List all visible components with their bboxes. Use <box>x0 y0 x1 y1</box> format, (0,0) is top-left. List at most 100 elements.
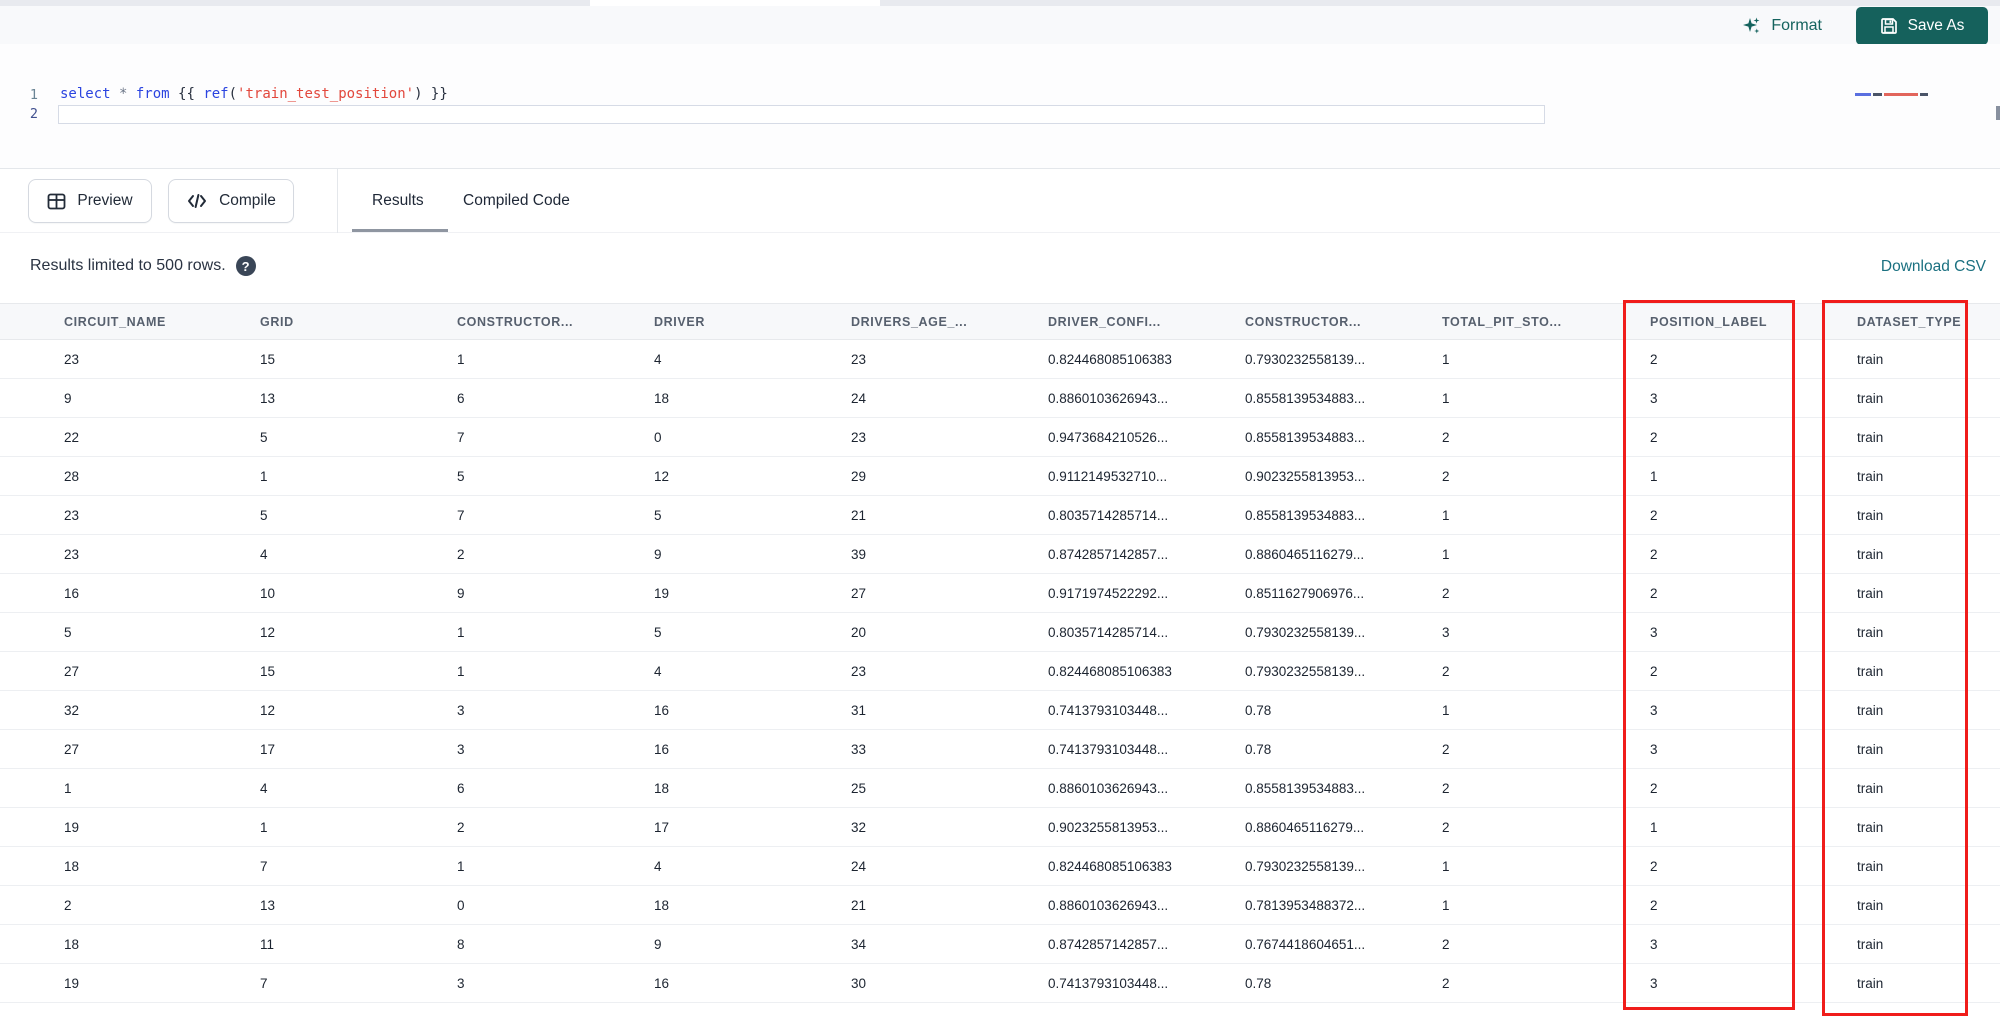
save-as-button[interactable]: Save As <box>1856 7 1988 45</box>
table-cell: 2 <box>1442 741 1450 757</box>
sql-token: 'train_test_position' <box>237 86 415 102</box>
download-csv-link[interactable]: Download CSV <box>1881 258 1986 276</box>
sql-token: ( <box>228 86 238 102</box>
table-cell: 2 <box>457 819 465 835</box>
code-icon <box>186 192 208 210</box>
table-cell: 15 <box>260 663 276 679</box>
table-cell: 4 <box>654 663 662 679</box>
table-cell: 0.7413793103448... <box>1048 702 1169 718</box>
column-header: CONSTRUCTOR... <box>457 314 574 329</box>
tab-compiled-code[interactable]: Compiled Code <box>463 169 570 233</box>
tab-results[interactable]: Results <box>372 169 424 233</box>
table-cell: 3 <box>1442 624 1450 640</box>
table-cell: 1 <box>457 858 465 874</box>
sql-token: select <box>60 86 111 102</box>
save-icon <box>1880 17 1898 35</box>
table-cell: 0.8860103626943... <box>1048 780 1169 796</box>
table-cell: 0.78 <box>1245 702 1272 718</box>
minimap-segment <box>1873 92 1882 96</box>
table-cell: 0 <box>654 429 662 445</box>
minimap-segment <box>1855 92 1871 96</box>
sql-token: }} <box>422 86 448 102</box>
table-cell: 15 <box>260 351 276 367</box>
table-cell: 0.8860103626943... <box>1048 390 1169 406</box>
editor-scrollbar[interactable] <box>1996 106 2000 120</box>
table-cell: 0.7930232558139... <box>1245 624 1366 640</box>
tab-compiled-code-label: Compiled Code <box>463 192 570 209</box>
table-cell: 0.8035714285714... <box>1048 507 1169 523</box>
editor-active-line[interactable] <box>58 105 1545 124</box>
column-header: DRIVER <box>654 314 705 329</box>
table-cell: 17 <box>260 741 276 757</box>
preview-button[interactable]: Preview <box>28 179 152 223</box>
format-button[interactable]: Format <box>1742 14 1822 38</box>
table-cell: 2 <box>1442 780 1450 796</box>
table-cell: 1 <box>1442 858 1450 874</box>
table-cell: 0.9023255813953... <box>1245 468 1366 484</box>
table-cell: 18 <box>64 936 80 952</box>
table-cell: 9 <box>64 390 72 406</box>
table-cell: 12 <box>260 702 276 718</box>
save-as-label: Save As <box>1907 17 1965 34</box>
table-cell: 30 <box>851 975 867 991</box>
table-cell: 5 <box>654 507 662 523</box>
table-cell: 0.78 <box>1245 741 1272 757</box>
table-cell: 4 <box>260 780 268 796</box>
table-cell: 0.9171974522292... <box>1048 585 1169 601</box>
table-cell: 2 <box>1442 429 1450 445</box>
table-cell: 0.824468085106383 <box>1048 351 1172 367</box>
minimap-segment <box>1884 92 1918 96</box>
table-cell: 0.8558139534883... <box>1245 429 1366 445</box>
table-cell: 9 <box>654 546 662 562</box>
table-cell: 0.8511627906976... <box>1245 585 1365 601</box>
table-cell: 2 <box>1442 663 1450 679</box>
table-cell: 27 <box>64 741 80 757</box>
compile-label: Compile <box>219 192 276 209</box>
table-cell: 27 <box>64 663 80 679</box>
sql-token: ) <box>414 86 423 102</box>
sql-token: * <box>110 86 136 102</box>
help-icon[interactable]: ? <box>235 256 256 276</box>
table-cell: 0.824468085106383 <box>1048 858 1172 874</box>
table-cell: 23 <box>851 429 867 445</box>
table-cell: 0 <box>457 897 465 913</box>
table-cell: 2 <box>1442 975 1450 991</box>
table-cell: 23 <box>64 351 80 367</box>
table-cell: 1 <box>1442 546 1450 562</box>
table-cell: 0.8035714285714... <box>1048 624 1169 640</box>
table-cell: 7 <box>260 858 268 874</box>
action-row: Preview Compile Results Compiled Code <box>0 168 2000 233</box>
table-cell: 6 <box>457 390 465 406</box>
table-cell: 20 <box>851 624 867 640</box>
table-cell: 1 <box>260 468 268 484</box>
column-header: TOTAL_PIT_STO... <box>1442 314 1562 329</box>
table-cell: 0.824468085106383 <box>1048 663 1172 679</box>
table-cell: 0.7413793103448... <box>1048 741 1169 757</box>
table-cell: 22 <box>64 429 80 445</box>
table-cell: 2 <box>1442 468 1450 484</box>
highlight-box-position-label <box>1623 300 1795 1010</box>
sql-token: from <box>135 86 170 102</box>
sql-code-line-1[interactable]: select * from {{ ref('train_test_positio… <box>60 86 448 102</box>
table-cell: 34 <box>851 936 867 952</box>
table-cell: 4 <box>654 858 662 874</box>
editor-minimap[interactable] <box>1855 91 1939 97</box>
table-cell: 0.9112149532710... <box>1048 468 1168 484</box>
minimap-segment <box>1920 92 1928 96</box>
table-cell: 1 <box>457 663 465 679</box>
table-cell: 1 <box>1442 390 1450 406</box>
table-cell: 24 <box>851 858 867 874</box>
table-cell: 27 <box>851 585 867 601</box>
line-number-2: 2 <box>29 106 38 122</box>
table-cell: 0.8860465116279... <box>1245 819 1365 835</box>
active-tab-underline <box>352 229 448 232</box>
table-cell: 0.7413793103448... <box>1048 975 1169 991</box>
table-cell: 28 <box>64 468 80 484</box>
table-cell: 11 <box>260 936 275 952</box>
table-cell: 18 <box>64 858 80 874</box>
compile-button[interactable]: Compile <box>168 179 294 223</box>
table-cell: 32 <box>851 819 867 835</box>
table-cell: 1 <box>1442 351 1450 367</box>
column-header: DRIVER_CONFI... <box>1048 314 1161 329</box>
sql-editor[interactable]: 1 2 select * from {{ ref('train_test_pos… <box>0 44 2000 168</box>
